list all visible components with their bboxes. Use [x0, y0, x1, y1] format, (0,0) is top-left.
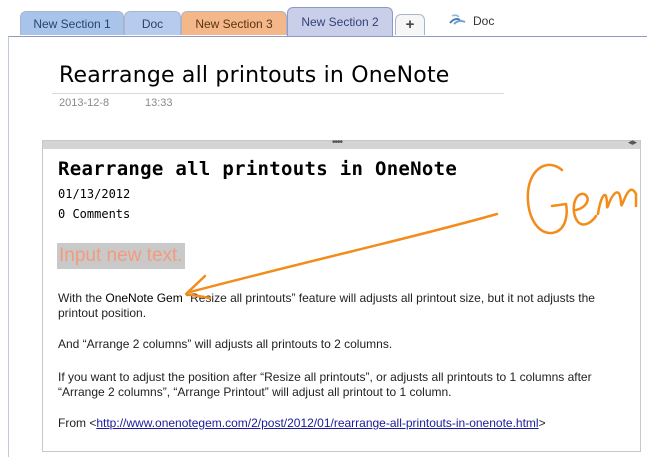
note-date[interactable]: 01/13/2012	[58, 187, 130, 201]
tab-new-section-1[interactable]: New Section 1	[20, 11, 124, 35]
source-suffix: >	[538, 416, 546, 430]
notebook-doc-tab[interactable]: Doc	[449, 11, 494, 31]
paragraph-arrange-2-columns[interactable]: And “Arrange 2 columns” will adjusts all…	[58, 337, 618, 352]
input-new-text[interactable]: Input new text.	[57, 243, 185, 269]
add-section-button[interactable]: +	[395, 14, 425, 35]
onenote-gem-text: OneNote Gem	[105, 291, 183, 305]
section-tab-bar: New Section 1 Doc New Section 3 New Sect…	[0, 0, 647, 37]
page-time: 13:33	[145, 97, 173, 109]
tab-new-section-3[interactable]: New Section 3	[181, 11, 287, 35]
resize-handle-icon[interactable]: ◂▸	[628, 137, 637, 148]
note-heading[interactable]: Rearrange all printouts in OneNote	[58, 158, 457, 180]
page-date: 2013-12-8	[59, 97, 110, 109]
paragraph-arrange-printout[interactable]: If you want to adjust the position after…	[58, 370, 618, 400]
tab-new-section-2[interactable]: New Section 2	[287, 7, 393, 37]
paragraph-resize[interactable]: With the OneNote Gem “Resize all printou…	[58, 291, 618, 321]
page-title[interactable]: Rearrange all printouts in OneNote	[59, 63, 450, 88]
tab-doc[interactable]: Doc	[124, 11, 181, 35]
shared-notebook-icon	[449, 12, 467, 32]
paragraph-source[interactable]: From <http://www.onenotegem.com/2/post/2…	[58, 416, 618, 431]
container-drag-handle[interactable]: •••• ◂▸	[43, 137, 640, 149]
title-divider	[52, 93, 504, 94]
p1-text-a: With the	[58, 291, 106, 305]
notebook-doc-label: Doc	[473, 14, 495, 28]
source-url-link[interactable]: http://www.onenotegem.com/2/post/2012/01…	[96, 416, 538, 430]
note-comments[interactable]: 0 Comments	[58, 207, 130, 221]
move-handle-icon[interactable]: ••••	[332, 137, 343, 148]
source-prefix: From <	[58, 416, 97, 430]
